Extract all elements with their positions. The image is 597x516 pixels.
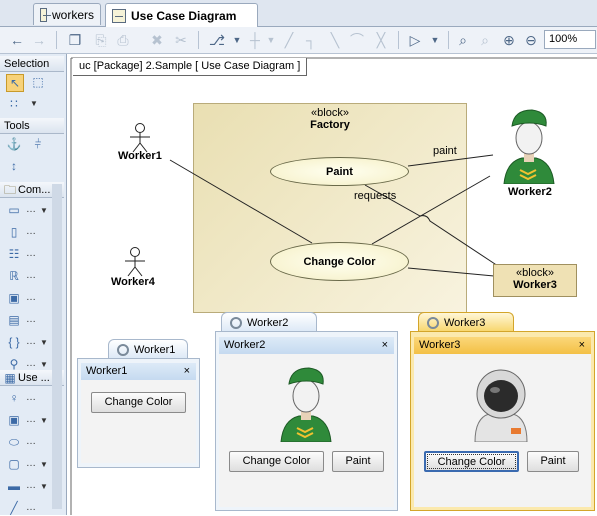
window-tab-label: Worker2 (247, 316, 289, 329)
worker2-changecolor-association (371, 175, 491, 245)
worker1-window-content: Change Color (81, 380, 196, 463)
actor-worker4-label: Worker4 (111, 276, 155, 288)
worker3-window-titlebar: Worker3 × (414, 337, 591, 354)
worker3-stereotype: «block» (516, 267, 554, 279)
worker3-changecolor-association (407, 267, 495, 277)
worker3-name: Worker3 (513, 279, 557, 291)
close-icon[interactable]: × (184, 363, 190, 380)
close-icon[interactable]: × (382, 337, 388, 354)
worker2-soldier-icon[interactable] (500, 104, 558, 184)
change-color-button[interactable]: Change Color (229, 451, 324, 472)
window-title: Worker2 (224, 339, 266, 351)
window-tab-label: Worker1 (134, 343, 176, 356)
use-case-paint[interactable]: Paint (270, 157, 409, 186)
gear-icon (117, 343, 129, 356)
gear-icon (230, 316, 242, 329)
worker2-window-content: Change Color Paint (219, 354, 394, 507)
worker1-window-titlebar: Worker1 × (81, 363, 196, 380)
change-color-button[interactable]: Change Color (424, 451, 519, 472)
worker3-window: Worker3 × Change Color Paint (410, 331, 595, 511)
use-case-label: Change Color (303, 255, 376, 268)
worker4-actor-icon[interactable] (120, 246, 150, 278)
paint-button[interactable]: Paint (527, 451, 579, 472)
use-case-change-color[interactable]: Change Color (270, 242, 409, 281)
worker1-window: Worker1 × Change Color (77, 358, 200, 468)
window-title: Worker3 (419, 339, 461, 351)
worker2-window-titlebar: Worker2 × (219, 337, 394, 354)
astronaut-avatar-icon (474, 369, 528, 442)
tab-worker1-window[interactable]: Worker1 (108, 339, 188, 359)
close-icon[interactable]: × (579, 337, 585, 354)
gear-icon (427, 316, 439, 329)
paint-button[interactable]: Paint (332, 451, 384, 472)
use-case-label: Paint (326, 165, 353, 178)
worker3-window-content: Change Color Paint (414, 354, 591, 507)
window-title: Worker1 (86, 365, 128, 377)
edge-label-paint: paint (433, 145, 457, 157)
edge-label-requests: requests (354, 190, 397, 202)
tab-worker3-window[interactable]: Worker3 (418, 312, 514, 332)
worker2-window: Worker2 × Change Color Paint (215, 331, 398, 511)
change-color-button[interactable]: Change Color (91, 392, 186, 413)
worker3-block[interactable]: «block» Worker3 (493, 264, 577, 297)
tab-worker2-window[interactable]: Worker2 (221, 312, 317, 332)
actor-worker2-label: Worker2 (508, 186, 552, 198)
soldier-avatar-icon (280, 367, 332, 442)
actor-worker1-label: Worker1 (118, 150, 162, 162)
window-tab-label: Worker3 (444, 316, 486, 329)
